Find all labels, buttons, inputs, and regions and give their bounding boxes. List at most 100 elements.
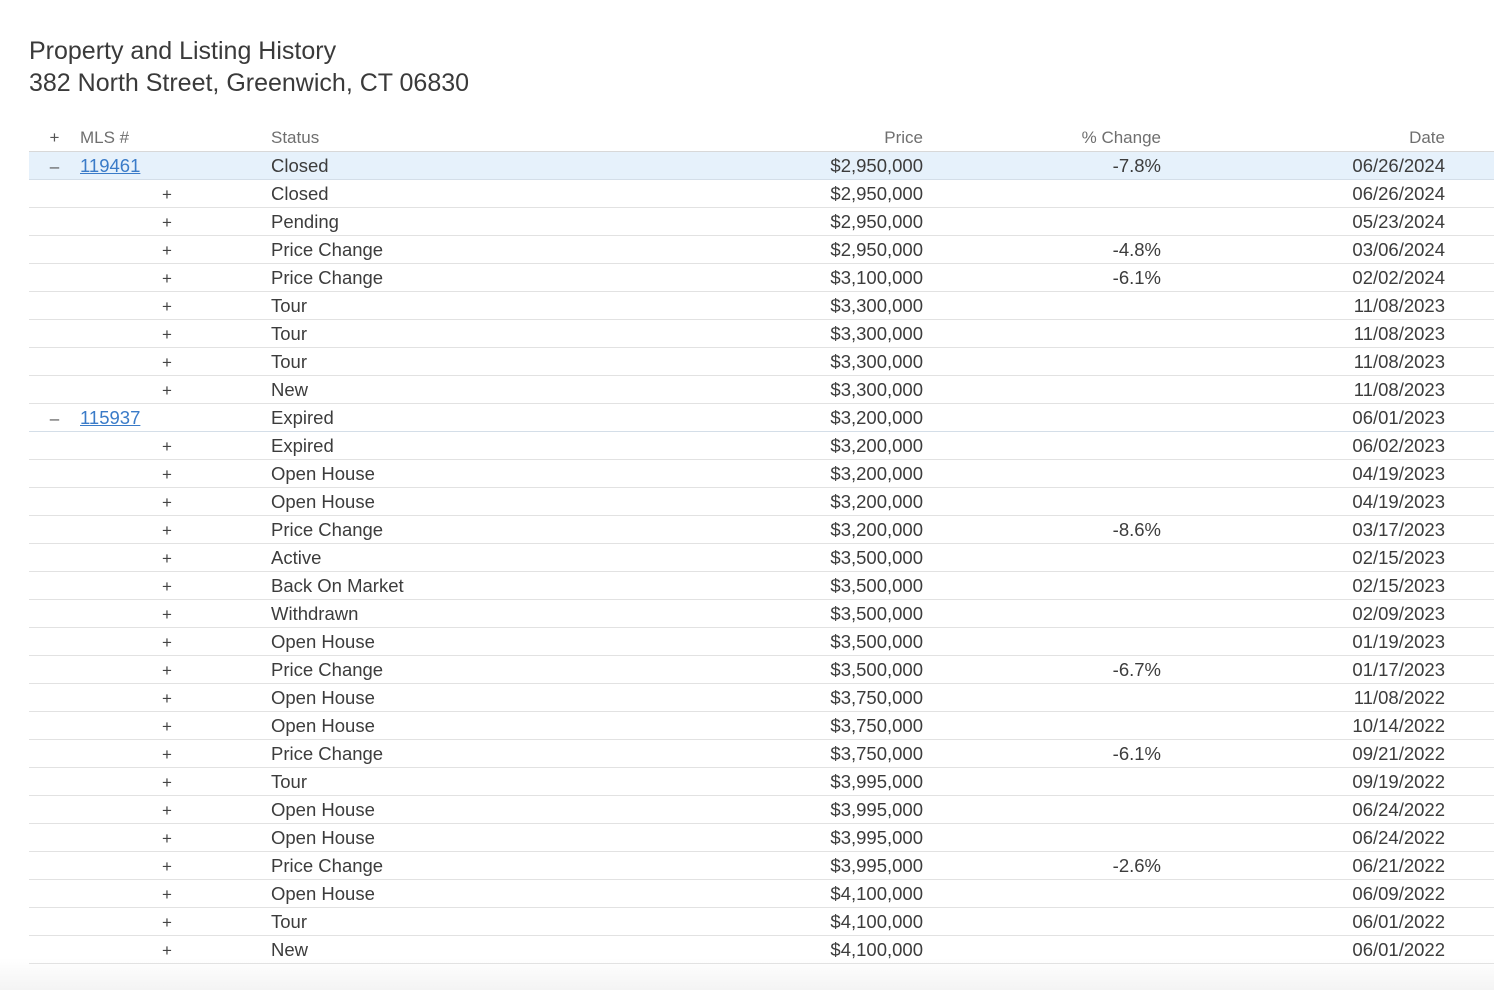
- expand-toggle-cell[interactable]: +: [80, 907, 271, 936]
- plus-icon[interactable]: +: [160, 353, 174, 373]
- plus-icon[interactable]: +: [160, 717, 174, 737]
- expand-toggle-cell[interactable]: +: [80, 347, 271, 376]
- plus-icon[interactable]: +: [160, 577, 174, 597]
- plus-icon[interactable]: +: [160, 297, 174, 317]
- collapse-toggle-cell[interactable]: –: [29, 151, 80, 180]
- column-header-change[interactable]: % Change: [923, 124, 1161, 152]
- table-row[interactable]: + Open House $3,200,000 04/19/2023: [29, 459, 1494, 488]
- plus-icon[interactable]: +: [160, 185, 174, 205]
- plus-icon[interactable]: +: [160, 885, 174, 905]
- table-row[interactable]: + Open House $3,200,000 04/19/2023: [29, 487, 1494, 516]
- table-row[interactable]: + Open House $3,750,000 10/14/2022: [29, 711, 1494, 740]
- expand-toggle-cell[interactable]: +: [80, 655, 271, 684]
- expand-toggle-cell[interactable]: +: [80, 851, 271, 880]
- plus-icon[interactable]: +: [160, 493, 174, 513]
- expand-toggle-cell[interactable]: +: [80, 711, 271, 740]
- table-row[interactable]: + Open House $3,500,000 01/19/2023: [29, 627, 1494, 656]
- mls-number-link[interactable]: 119461: [80, 155, 140, 176]
- column-header-status[interactable]: Status: [271, 124, 691, 152]
- plus-icon[interactable]: +: [160, 325, 174, 345]
- plus-icon[interactable]: +: [160, 941, 174, 961]
- expand-toggle-cell[interactable]: +: [80, 207, 271, 236]
- table-row[interactable]: + Price Change $3,100,000 -6.1% 02/02/2024: [29, 263, 1494, 292]
- expand-toggle-cell[interactable]: +: [80, 319, 271, 348]
- table-row[interactable]: + Price Change $3,500,000 -6.7% 01/17/2023: [29, 655, 1494, 684]
- table-row[interactable]: + Pending $2,950,000 05/23/2024: [29, 207, 1494, 236]
- expand-toggle-cell[interactable]: +: [80, 599, 271, 628]
- expand-toggle-cell[interactable]: +: [80, 487, 271, 516]
- expand-toggle-cell[interactable]: +: [80, 767, 271, 796]
- table-row[interactable]: + Open House $3,750,000 11/08/2022: [29, 683, 1494, 712]
- plus-icon[interactable]: +: [160, 549, 174, 569]
- table-row[interactable]: + Open House $4,100,000 06/09/2022: [29, 879, 1494, 908]
- plus-icon[interactable]: +: [160, 437, 174, 457]
- expand-toggle-cell[interactable]: +: [80, 935, 271, 964]
- expand-toggle-cell[interactable]: +: [80, 627, 271, 656]
- expand-all-toggle[interactable]: +: [29, 124, 80, 152]
- listing-group-row[interactable]: –115937 Expired $3,200,000 06/01/2023: [29, 403, 1494, 432]
- spacer-cell: [1445, 263, 1494, 292]
- table-row[interactable]: + Price Change $3,200,000 -8.6% 03/17/2023: [29, 515, 1494, 544]
- date-cell: 02/09/2023: [1161, 599, 1445, 628]
- table-row[interactable]: + Tour $3,300,000 11/08/2023: [29, 291, 1494, 320]
- table-row[interactable]: + Active $3,500,000 02/15/2023: [29, 543, 1494, 572]
- table-row[interactable]: + Open House $3,995,000 06/24/2022: [29, 823, 1494, 852]
- expand-toggle-cell[interactable]: +: [80, 795, 271, 824]
- column-header-price[interactable]: Price: [691, 124, 923, 152]
- table-row[interactable]: + Closed $2,950,000 06/26/2024: [29, 179, 1494, 208]
- expand-toggle-cell[interactable]: +: [80, 543, 271, 572]
- mls-number-link[interactable]: 115937: [80, 407, 140, 428]
- plus-icon[interactable]: +: [160, 605, 174, 625]
- plus-icon[interactable]: +: [160, 913, 174, 933]
- table-row[interactable]: + Expired $3,200,000 06/02/2023: [29, 431, 1494, 460]
- expand-toggle-cell[interactable]: +: [80, 235, 271, 264]
- column-header-date[interactable]: Date: [1161, 124, 1445, 152]
- expand-toggle-cell[interactable]: +: [80, 823, 271, 852]
- table-row[interactable]: + Open House $3,995,000 06/24/2022: [29, 795, 1494, 824]
- minus-icon[interactable]: –: [48, 157, 62, 177]
- listing-group-row[interactable]: –119461 Closed $2,950,000 -7.8% 06/26/2024: [29, 151, 1494, 180]
- plus-icon[interactable]: +: [160, 829, 174, 849]
- table-row[interactable]: + Price Change $3,995,000 -2.6% 06/21/2022: [29, 851, 1494, 880]
- minus-icon[interactable]: –: [48, 409, 62, 429]
- plus-icon[interactable]: +: [160, 521, 174, 541]
- table-row[interactable]: + Tour $4,100,000 06/01/2022: [29, 907, 1494, 936]
- table-row[interactable]: + Tour $3,300,000 11/08/2023: [29, 319, 1494, 348]
- plus-icon[interactable]: +: [160, 857, 174, 877]
- table-row[interactable]: + Back On Market $3,500,000 02/15/2023: [29, 571, 1494, 600]
- expand-toggle-cell[interactable]: +: [80, 879, 271, 908]
- expand-toggle-cell[interactable]: +: [80, 291, 271, 320]
- expand-toggle-cell[interactable]: +: [80, 571, 271, 600]
- plus-icon[interactable]: +: [160, 269, 174, 289]
- expand-toggle-cell[interactable]: +: [80, 739, 271, 768]
- expand-toggle-cell[interactable]: +: [80, 263, 271, 292]
- table-row[interactable]: + Tour $3,995,000 09/19/2022: [29, 767, 1494, 796]
- plus-icon[interactable]: +: [160, 745, 174, 765]
- plus-icon[interactable]: +: [160, 465, 174, 485]
- expand-toggle-cell[interactable]: +: [80, 683, 271, 712]
- column-header-mls[interactable]: MLS #: [80, 124, 271, 152]
- plus-icon[interactable]: +: [160, 689, 174, 709]
- table-row[interactable]: + New $4,100,000 06/01/2022: [29, 935, 1494, 964]
- plus-icon[interactable]: +: [160, 381, 174, 401]
- plus-icon[interactable]: +: [160, 773, 174, 793]
- plus-icon[interactable]: +: [160, 801, 174, 821]
- plus-icon[interactable]: +: [160, 213, 174, 233]
- date-cell: 04/19/2023: [1161, 459, 1445, 488]
- plus-icon[interactable]: +: [160, 633, 174, 653]
- table-row[interactable]: + Price Change $2,950,000 -4.8% 03/06/2024: [29, 235, 1494, 264]
- table-row[interactable]: + Tour $3,300,000 11/08/2023: [29, 347, 1494, 376]
- expand-toggle-cell[interactable]: +: [80, 179, 271, 208]
- table-row[interactable]: + Withdrawn $3,500,000 02/09/2023: [29, 599, 1494, 628]
- table-row[interactable]: + New $3,300,000 11/08/2023: [29, 375, 1494, 404]
- expand-toggle-cell[interactable]: +: [80, 431, 271, 460]
- expand-toggle-cell[interactable]: +: [80, 459, 271, 488]
- plus-icon[interactable]: +: [160, 661, 174, 681]
- expand-toggle-cell[interactable]: +: [80, 375, 271, 404]
- table-row[interactable]: + Price Change $3,750,000 -6.1% 09/21/2022: [29, 739, 1494, 768]
- percent-change-cell: -7.8%: [923, 151, 1161, 180]
- collapse-toggle-cell[interactable]: –: [29, 403, 80, 432]
- plus-icon[interactable]: +: [160, 241, 174, 261]
- expand-toggle-cell[interactable]: +: [80, 515, 271, 544]
- plus-icon[interactable]: +: [48, 128, 62, 148]
